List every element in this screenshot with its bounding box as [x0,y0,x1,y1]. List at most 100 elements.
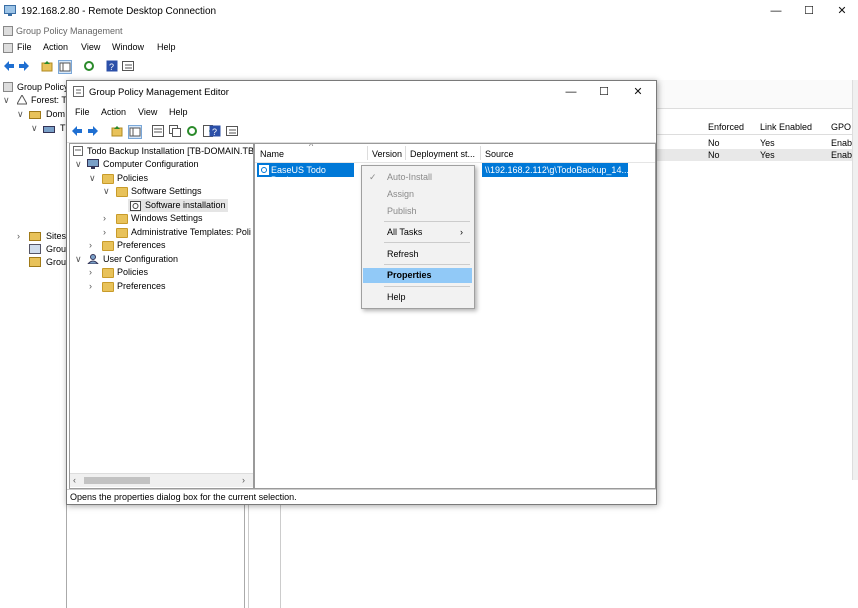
menu-item-help[interactable]: Help [362,290,474,305]
forest-icon [17,95,27,105]
gpmc-col-link-enabled[interactable]: Link Enabled [760,122,812,132]
scroll-right-icon[interactable]: › [242,475,245,485]
menu-item-auto-install[interactable]: ✓ Auto-Install [362,170,474,185]
menu-separator [384,264,470,265]
help-icon[interactable]: ? [209,125,221,137]
remote-desktop-icon [4,5,16,16]
menu-separator [384,242,470,243]
menu-separator [384,286,470,287]
submenu-arrow-icon: › [460,227,463,237]
gpme-status-bar: Opens the properties dialog box for the … [67,489,656,504]
rdp-close-button[interactable]: ✕ [826,0,858,22]
gpme-close-button[interactable]: ✕ [622,81,654,103]
back-arrow-icon[interactable] [71,125,83,137]
up-folder-icon[interactable] [41,60,53,72]
gpmc-row2-gpo: Enab [831,150,853,160]
chevron-down-icon[interactable]: ∨ [3,95,10,106]
show-tree-icon[interactable] [58,60,72,74]
chevron-right-icon[interactable]: › [17,231,20,241]
refresh-icon[interactable] [83,60,95,72]
gpmc-menu-help[interactable]: Help [157,42,176,52]
gpmc-row2-link: Yes [760,150,775,160]
gpme-menu-help[interactable]: Help [169,107,188,117]
svg-text:?: ? [212,127,217,137]
gpmc-menu-file[interactable]: File [17,42,32,52]
copy-icon[interactable] [169,125,181,137]
user-icon [87,254,99,264]
menu-item-publish[interactable]: Publish [362,204,474,219]
rdp-maximize-button[interactable]: ☐ [793,0,825,22]
gpmc-col-enforced[interactable]: Enforced [708,122,744,132]
minimize-icon: — [565,86,577,98]
gpmc-menu-bar: File Action View Window Help [0,40,858,55]
list-view-icon[interactable] [152,125,164,137]
rdp-title: 192.168.2.80 - Remote Desktop Connection [21,6,217,17]
up-folder-icon[interactable] [111,125,123,137]
computer-icon [87,159,99,169]
properties-view-icon[interactable] [122,60,134,72]
gpme-minimize-button[interactable]: — [555,81,587,103]
list-row-name-selected[interactable]: EaseUS Todo Backup [257,163,354,185]
menu-item-properties[interactable]: Properties [363,268,472,283]
tree-hscrollbar[interactable]: ‹ › [70,473,253,487]
gpmc-pane-divider [244,503,245,608]
chevron-down-icon[interactable]: ∨ [17,109,24,120]
col-divider[interactable] [405,146,406,160]
context-menu: ✓ Auto-Install Assign Publish All Tasks … [361,165,475,309]
chevron-down-icon[interactable]: ∨ [89,173,96,184]
list-row-source-selected[interactable]: \\192.168.2.112\g\TodoBackup_14... [482,163,629,177]
gpme-menu-view[interactable]: View [138,107,157,117]
domains-icon [29,111,41,119]
scroll-thumb[interactable] [84,477,150,484]
forward-arrow-icon[interactable] [87,125,99,137]
chevron-down-icon[interactable]: ∨ [31,123,38,134]
gpmc-node-icon [3,82,13,92]
col-version[interactable]: Version [372,149,402,159]
show-tree-icon[interactable] [128,125,142,139]
maximize-icon: ☐ [804,5,814,17]
tree-software-installation[interactable]: Software installation [128,199,228,212]
menu-separator [384,221,470,222]
chevron-right-icon[interactable]: › [89,267,92,277]
gpmc-row2-highlight[interactable] [656,149,858,161]
col-source[interactable]: Source [485,149,514,159]
chevron-right-icon[interactable]: › [103,227,106,237]
gpmc-header-divider [656,134,858,135]
chevron-down-icon[interactable]: ∨ [75,254,82,265]
gpmc-menu-action[interactable]: Action [43,42,68,52]
col-deployment-state[interactable]: Deployment st... [410,149,475,159]
chevron-down-icon[interactable]: ∨ [103,186,110,197]
close-icon: ✕ [633,86,643,98]
properties-view-icon[interactable] [226,125,238,137]
gpme-maximize-button[interactable]: ☐ [588,81,620,103]
menu-item-refresh[interactable]: Refresh [362,247,474,262]
gpmc-menu-view[interactable]: View [81,42,100,52]
gpme-menu-file[interactable]: File [75,107,90,117]
chevron-right-icon[interactable]: › [89,240,92,250]
gpmc-scrollbar[interactable] [852,80,858,480]
gpmc-menu-window[interactable]: Window [112,42,144,52]
gpmc-col-gpo[interactable]: GPO [831,122,851,132]
col-name[interactable]: Name [260,149,284,159]
gpmc-row1-gpo: Enab [831,138,853,148]
forward-arrow-icon[interactable] [18,60,30,72]
gpmc-row1-enforced: No [708,138,720,148]
gpmc-app-icon [3,26,13,36]
folder-icon [102,174,114,184]
col-divider[interactable] [480,146,481,160]
check-icon: ✓ [369,172,377,182]
menu-item-all-tasks[interactable]: All Tasks › [362,225,474,240]
col-divider[interactable] [367,146,368,160]
chevron-down-icon[interactable]: ∨ [75,159,82,170]
refresh-icon[interactable] [186,125,198,137]
chevron-right-icon[interactable]: › [103,213,106,223]
menu-item-assign[interactable]: Assign [362,187,474,202]
rdp-minimize-button[interactable]: — [760,0,792,22]
sort-indicator-icon: ^ [309,143,314,151]
package-icon [259,165,269,175]
scroll-left-icon[interactable]: ‹ [73,475,76,485]
help-icon[interactable]: ? [106,60,118,72]
back-arrow-icon[interactable] [3,60,15,72]
gpme-menu-action[interactable]: Action [101,107,126,117]
chevron-right-icon[interactable]: › [89,281,92,291]
